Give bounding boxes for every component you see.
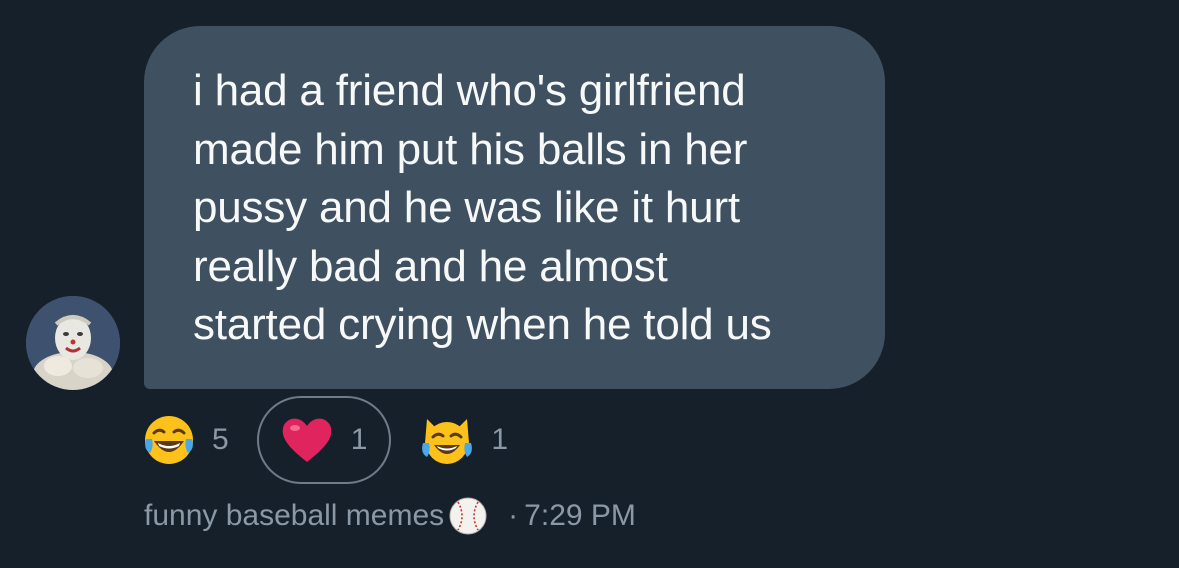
red-heart-icon [282,418,331,462]
message-timestamp: 7:29 PM [524,499,636,532]
message-meta: funny baseball memes · 7:29 PM [144,494,636,538]
message-bubble[interactable]: i had a friend who's girlfriend made him… [144,26,885,389]
reaction-count: 1 [350,423,368,456]
reaction-count: 1 [491,423,509,456]
cat-with-tears-of-joy-icon [422,419,473,464]
baseball-icon [449,497,487,535]
face-with-tears-of-joy-icon [145,416,193,464]
reactions-bar: 5 1 1 [140,395,510,485]
clown-portrait-image [26,296,120,390]
sender-avatar[interactable] [26,296,120,390]
reaction-heart[interactable]: 1 [256,396,392,484]
reaction-laughing[interactable]: 5 [140,396,231,484]
sender-name[interactable]: funny baseball memes [144,499,444,533]
reaction-count: 5 [212,423,229,456]
reaction-cat-laughing[interactable]: 1 [417,396,510,484]
message-text: i had a friend who's girlfriend made him… [193,66,772,349]
meta-separator: · [508,499,519,532]
